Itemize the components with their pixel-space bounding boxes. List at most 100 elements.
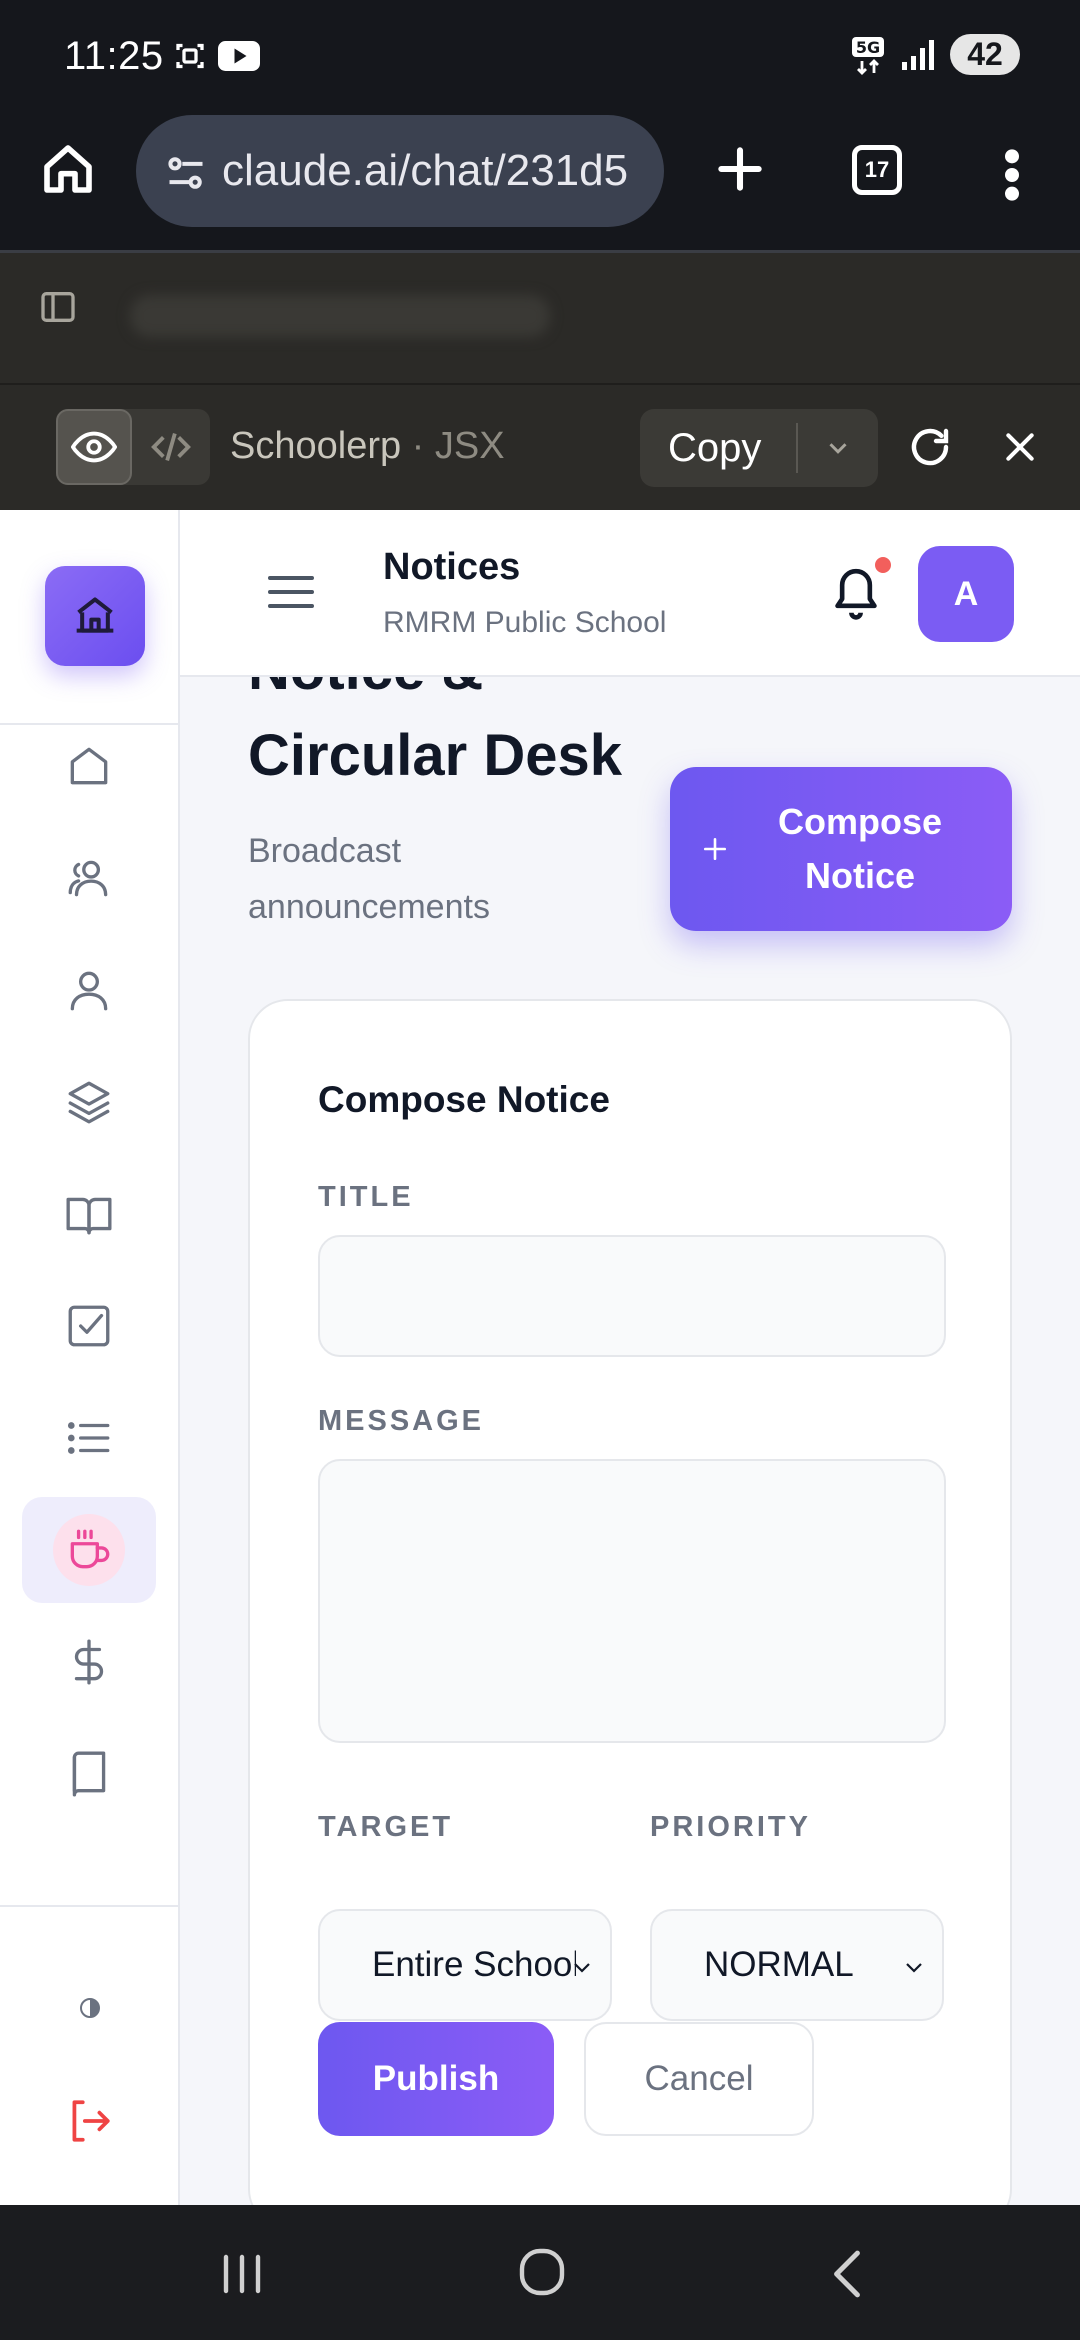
target-label: TARGET bbox=[318, 1811, 454, 1843]
target-select[interactable]: Entire School bbox=[318, 1909, 612, 2021]
view-mode-toggle bbox=[56, 409, 210, 485]
screenshot-icon bbox=[176, 43, 204, 69]
home-icon bbox=[70, 747, 108, 785]
cancel-button[interactable]: Cancel bbox=[584, 2022, 814, 2136]
check-square-icon bbox=[68, 1305, 110, 1347]
avatar[interactable]: A bbox=[918, 546, 1014, 642]
preview-mode-button[interactable] bbox=[56, 409, 132, 485]
site-settings-icon[interactable] bbox=[164, 151, 208, 195]
coffee-icon bbox=[70, 1529, 110, 1569]
title-label: TITLE bbox=[318, 1181, 414, 1213]
notification-dot bbox=[872, 554, 894, 576]
copy-button-group: Copy bbox=[640, 409, 878, 487]
sidebar-item-attendance[interactable] bbox=[22, 1273, 156, 1379]
eye-icon bbox=[71, 431, 117, 463]
app-sidebar bbox=[0, 510, 180, 2205]
app-header: Notices RMRM Public School A bbox=[180, 510, 1080, 677]
browser-home-button[interactable] bbox=[40, 141, 96, 202]
plus-icon bbox=[703, 837, 727, 861]
publish-button[interactable]: Publish bbox=[318, 2022, 554, 2136]
url-text: claude.ai/chat/231d5 bbox=[222, 146, 629, 195]
school-erp-app: Notices RMRM Public School A Notice & Ci… bbox=[0, 510, 1080, 2205]
sidebar-item-home[interactable] bbox=[22, 713, 156, 819]
chevron-down-icon bbox=[829, 443, 847, 454]
sidebar-item-notices[interactable] bbox=[22, 1497, 156, 1603]
sidebar-item-classes[interactable] bbox=[22, 1049, 156, 1155]
compose-notice-card: Compose Notice TITLE MESSAGE TARGET Enti… bbox=[248, 999, 1012, 2205]
priority-label: PRIORITY bbox=[650, 1811, 811, 1843]
more-vertical-icon bbox=[1005, 149, 1019, 201]
school-logo-icon bbox=[76, 597, 114, 633]
battery-indicator: 42 bbox=[950, 34, 1020, 75]
system-home-button[interactable] bbox=[518, 2247, 566, 2302]
main-content: Notice & Circular Desk Broadcast announc… bbox=[180, 637, 1080, 2205]
message-textarea[interactable] bbox=[318, 1459, 946, 1743]
dollar-icon bbox=[74, 1639, 104, 1685]
card-title: Compose Notice bbox=[318, 1079, 610, 1120]
sidebar-item-users[interactable] bbox=[22, 825, 156, 931]
copy-options-button[interactable] bbox=[798, 433, 878, 463]
book-icon bbox=[72, 1751, 106, 1797]
close-artifact-button[interactable] bbox=[1000, 427, 1040, 472]
compose-notice-button[interactable]: Compose Notice bbox=[670, 767, 1012, 931]
message-label: MESSAGE bbox=[318, 1405, 485, 1437]
code-icon bbox=[151, 433, 191, 461]
sidebar-item-library[interactable] bbox=[22, 1721, 156, 1827]
status-bar: 11:25 5G 42 bbox=[0, 0, 1080, 115]
status-time: 11:25 bbox=[64, 34, 164, 78]
network-5g-icon: 5G bbox=[852, 36, 884, 75]
sidebar-toggle-button[interactable] bbox=[38, 287, 78, 332]
copy-button[interactable]: Copy bbox=[640, 426, 796, 471]
target-value: Entire School bbox=[372, 1945, 576, 1984]
menu-button[interactable] bbox=[266, 572, 316, 617]
system-navigation-bar bbox=[0, 2205, 1080, 2340]
code-mode-button[interactable] bbox=[132, 409, 210, 485]
theme-toggle-button[interactable] bbox=[78, 1996, 102, 2025]
refresh-icon bbox=[911, 428, 949, 466]
sidebar-item-list[interactable] bbox=[22, 1385, 156, 1491]
priority-value: NORMAL bbox=[704, 1945, 854, 1984]
sidebar-item-fees[interactable] bbox=[22, 1609, 156, 1715]
back-icon bbox=[834, 2250, 860, 2298]
artifact-toolbar: Schoolerp · JSX Copy bbox=[0, 385, 1080, 510]
chevron-down-icon bbox=[574, 1963, 590, 1973]
browser-menu-button[interactable] bbox=[1000, 147, 1024, 208]
refresh-button[interactable] bbox=[906, 423, 954, 476]
sidebar-item-subjects[interactable] bbox=[22, 1161, 156, 1267]
chevron-down-icon bbox=[906, 1963, 922, 1973]
recents-icon bbox=[223, 2254, 261, 2294]
blurred-chat-title bbox=[130, 295, 550, 337]
svg-text:5G: 5G bbox=[856, 38, 880, 57]
book-open-icon bbox=[66, 1197, 112, 1235]
hamburger-icon bbox=[268, 576, 314, 608]
logout-icon bbox=[72, 2100, 110, 2142]
youtube-icon bbox=[218, 41, 260, 71]
recents-button[interactable] bbox=[218, 2251, 266, 2302]
artifact-title: Schoolerp · JSX bbox=[230, 425, 505, 467]
sidebar-panel-icon bbox=[41, 292, 75, 322]
header-title: Notices bbox=[383, 546, 521, 588]
signal-icon bbox=[902, 39, 934, 70]
home-icon bbox=[44, 145, 92, 193]
user-icon bbox=[70, 971, 108, 1011]
title-input[interactable] bbox=[318, 1235, 946, 1357]
header-subtitle: RMRM Public School bbox=[383, 606, 667, 639]
new-tab-button[interactable] bbox=[712, 141, 768, 202]
app-logo[interactable] bbox=[45, 566, 145, 666]
compose-notice-label: Compose Notice bbox=[777, 801, 943, 896]
sidebar-item-profile[interactable] bbox=[22, 937, 156, 1043]
page-subtitle: Broadcast announcements bbox=[248, 832, 490, 926]
close-icon bbox=[1006, 433, 1034, 461]
plus-icon bbox=[718, 147, 762, 191]
back-button[interactable] bbox=[830, 2249, 864, 2304]
layers-icon bbox=[68, 1081, 110, 1124]
browser-toolbar: claude.ai/chat/231d5 17 bbox=[0, 115, 1080, 250]
users-icon bbox=[68, 860, 108, 897]
tab-switcher-button[interactable]: 17 bbox=[852, 145, 902, 195]
priority-select[interactable]: NORMAL bbox=[650, 1909, 944, 2021]
address-bar[interactable]: claude.ai/chat/231d5 bbox=[136, 115, 664, 227]
list-icon bbox=[67, 1422, 110, 1454]
logout-button[interactable] bbox=[64, 2096, 114, 2151]
contrast-icon bbox=[80, 1998, 100, 2018]
home-circle-icon bbox=[519, 2248, 565, 2296]
